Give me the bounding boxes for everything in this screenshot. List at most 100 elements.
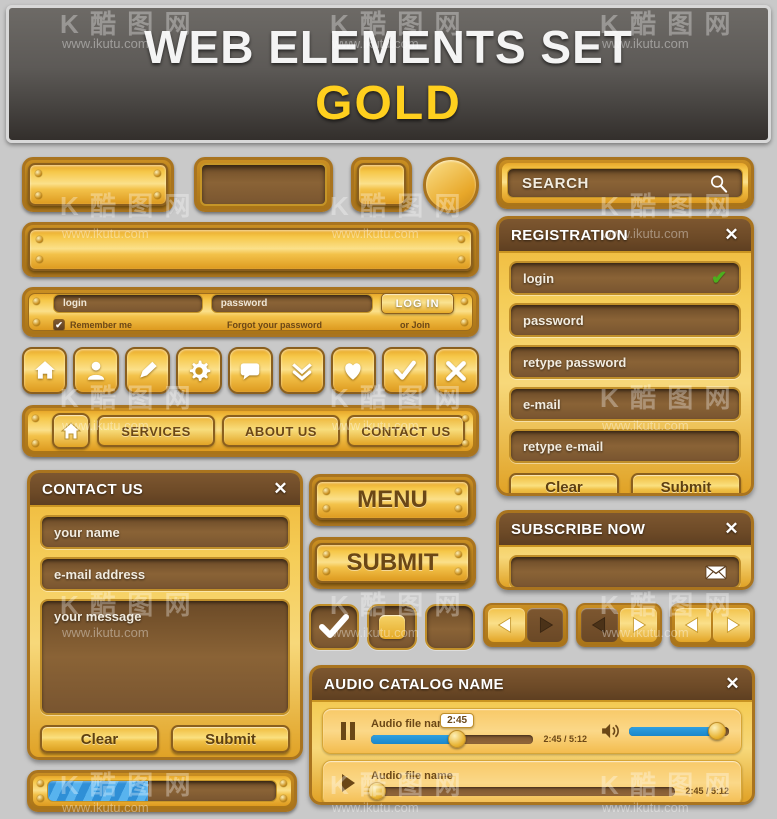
audio-track-list: Audio file name 2:45 2:45 / 5:12 Audio file… (312, 702, 752, 802)
forgot-password-link[interactable]: Forgot your password (227, 320, 322, 330)
login-bar: login password LOG IN ✔ Remember me Forg… (22, 287, 479, 337)
rivet-icon (323, 568, 330, 575)
rivet-icon (36, 236, 43, 243)
prev-arrow-button[interactable] (674, 608, 712, 642)
icon-button-user[interactable] (73, 347, 119, 394)
nav-item-services[interactable]: SERVICES (97, 415, 215, 447)
search-icon[interactable] (709, 174, 728, 193)
icon-button-check[interactable] (382, 347, 428, 394)
next-arrow-button[interactable] (526, 608, 564, 642)
registration-field-label: login (523, 270, 555, 286)
play-button[interactable] (335, 774, 361, 792)
envelope-icon[interactable] (705, 565, 727, 580)
home-icon (34, 360, 55, 379)
icon-button-pencil[interactable] (124, 347, 171, 394)
icon-button-heart[interactable] (330, 347, 377, 394)
contact-message-textarea[interactable]: your message (40, 599, 290, 715)
close-icon[interactable]: ✕ (724, 519, 739, 539)
rivet-icon (37, 780, 44, 787)
nav-item-contact-us[interactable]: CONTACT US (347, 415, 465, 447)
wide-gold-bar[interactable] (22, 222, 479, 277)
rivet-icon (32, 415, 39, 422)
volume-knob[interactable] (708, 721, 726, 740)
pagination-arrow-row (483, 603, 755, 653)
gold-plate-button-1[interactable] (22, 157, 174, 212)
audio-track-name: Audio file name (371, 718, 453, 730)
square-gold-button[interactable] (351, 157, 412, 212)
checkbox-checked[interactable] (309, 604, 359, 650)
contact-message-placeholder: your message (54, 609, 142, 624)
checkbox-empty[interactable] (425, 604, 475, 650)
contact-submit-button[interactable]: Submit (171, 725, 290, 753)
next-arrow-button[interactable] (620, 608, 657, 642)
prev-arrow-button[interactable] (488, 608, 525, 642)
registration-field-login[interactable]: login ✔ (509, 261, 741, 295)
audio-track-row: Audio file name 2:45 / 5:12 (322, 760, 742, 802)
search-placeholder: SEARCH (522, 174, 589, 192)
registration-field-label: e-mail (523, 396, 561, 412)
registration-submit-button[interactable]: Submit (631, 473, 741, 493)
audio-progress-track[interactable]: 2:45 (371, 712, 534, 748)
speech-bubble-icon (241, 362, 260, 380)
icon-button-close[interactable] (433, 347, 479, 394)
icon-button-speech-bubble[interactable] (227, 347, 274, 394)
pencil-icon (139, 361, 157, 378)
password-input[interactable]: password (210, 294, 374, 313)
submit-button[interactable]: SUBMIT (309, 537, 476, 589)
registration-header: REGISTRATION ✕ (499, 219, 751, 253)
pause-button[interactable] (335, 722, 361, 740)
login-bar-surface: login password LOG IN ✔ Remember me Forg… (28, 293, 473, 331)
icon-button-gear[interactable] (176, 347, 222, 394)
speaker-icon[interactable] (601, 723, 621, 739)
icon-button-double-chevron-down[interactable] (279, 347, 325, 394)
header-banner: WEB ELEMENTS SET GOLD (6, 5, 771, 143)
contact-us-panel: CONTACT US ✕ your name e-mail address yo… (27, 470, 303, 760)
registration-field-password[interactable]: password (509, 303, 741, 337)
nav-item-about-us[interactable]: ABOUT US (222, 415, 340, 447)
checkbox-partial[interactable] (367, 604, 417, 650)
contact-email-input[interactable]: e-mail address (40, 557, 290, 591)
audio-progress-track[interactable] (368, 781, 676, 800)
close-icon[interactable]: ✕ (273, 479, 288, 499)
registration-clear-button[interactable]: Clear (509, 473, 619, 493)
close-icon[interactable]: ✕ (724, 225, 739, 245)
search-input[interactable]: SEARCH (507, 168, 743, 198)
next-arrow-button[interactable] (713, 608, 750, 642)
subscribe-email-input[interactable] (509, 555, 741, 587)
close-icon[interactable]: ✕ (725, 674, 740, 694)
menu-button-label: MENU (357, 486, 428, 513)
arrow-pair-2 (576, 603, 662, 647)
rivet-icon (323, 551, 330, 558)
join-link[interactable]: or Join (400, 320, 430, 330)
registration-field-retype-password[interactable]: retype password (509, 345, 741, 379)
rivet-icon (32, 440, 39, 447)
audio-progress-knob[interactable] (448, 729, 467, 748)
rivet-icon (455, 568, 462, 575)
icon-button-home[interactable] (22, 347, 68, 394)
page-title: WEB ELEMENTS SET (144, 21, 633, 73)
audio-progress-knob[interactable] (368, 781, 387, 800)
rivet-icon (35, 170, 42, 177)
registration-field-retype-e-mail[interactable]: retype e-mail (509, 429, 741, 463)
prev-arrow-button[interactable] (581, 608, 618, 642)
login-submit-button[interactable]: LOG IN (381, 293, 454, 314)
remember-me-label: Remember me (70, 320, 133, 330)
circle-gold-button[interactable] (423, 157, 479, 213)
navbar-home-button[interactable] (52, 413, 90, 449)
contact-submit-label: Submit (205, 730, 256, 748)
registration-field-label: password (523, 312, 584, 328)
contact-clear-button[interactable]: Clear (40, 725, 159, 753)
check-icon (319, 614, 349, 638)
volume-track[interactable] (629, 721, 729, 740)
checkbox-fill (379, 615, 405, 639)
menu-button[interactable]: MENU (309, 474, 476, 526)
login-input[interactable]: login (53, 294, 203, 313)
rivet-icon (323, 505, 330, 512)
rivet-icon (461, 319, 468, 326)
registration-field-e-mail[interactable]: e-mail (509, 387, 741, 421)
volume-control (601, 721, 729, 740)
search-frame: SEARCH (502, 163, 748, 203)
contact-name-input[interactable]: your name (40, 515, 290, 549)
double-chevron-down-icon (292, 362, 312, 381)
remember-me-checkbox[interactable]: ✔ (53, 319, 65, 331)
